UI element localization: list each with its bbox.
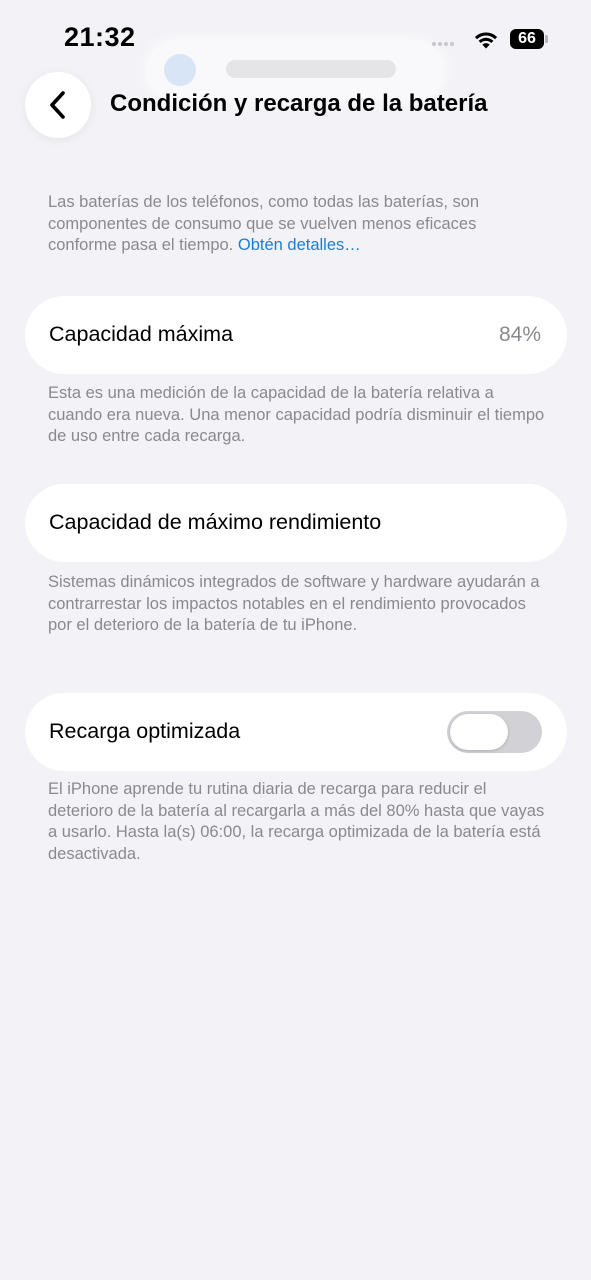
battery-icon: 66: [510, 29, 544, 49]
max-capacity-row: Capacidad máxima 84%: [25, 296, 567, 374]
max-capacity-value: 84%: [498, 323, 541, 346]
notification-app-icon: [164, 54, 196, 86]
max-capacity-label: Capacidad máxima: [49, 322, 234, 346]
wifi-icon: [474, 32, 498, 49]
status-time: 21:32: [64, 22, 136, 52]
notification-text-blur: [226, 60, 396, 78]
cellular-signal-icon: [432, 42, 454, 46]
optimized-charging-label: Recarga optimizada: [49, 719, 241, 743]
optimized-charging-row: Recarga optimizada: [25, 693, 567, 771]
peak-performance-description: Sistemas dinámicos integrados de softwar…: [48, 573, 540, 634]
learn-more-link[interactable]: Obtén detalles…: [238, 236, 361, 254]
status-bar: 21:32 66: [0, 0, 591, 100]
max-capacity-description: Esta es una medición de la capacidad de …: [48, 384, 545, 445]
peak-performance-row: Capacidad de máximo rendimiento: [25, 484, 567, 562]
chevron-left-icon: [50, 91, 65, 119]
battery-tip: [545, 35, 548, 43]
intro-description: Las baterías de los teléfonos, como toda…: [48, 192, 548, 257]
peak-performance-label: Capacidad de máximo rendimiento: [49, 510, 382, 534]
toggle-knob: [450, 714, 508, 750]
back-button[interactable]: [25, 72, 91, 138]
optimized-charging-description: El iPhone aprende tu rutina diaria de re…: [48, 780, 545, 863]
page-title: Condición y recarga de la batería: [110, 90, 488, 117]
optimized-charging-toggle[interactable]: [447, 711, 542, 753]
